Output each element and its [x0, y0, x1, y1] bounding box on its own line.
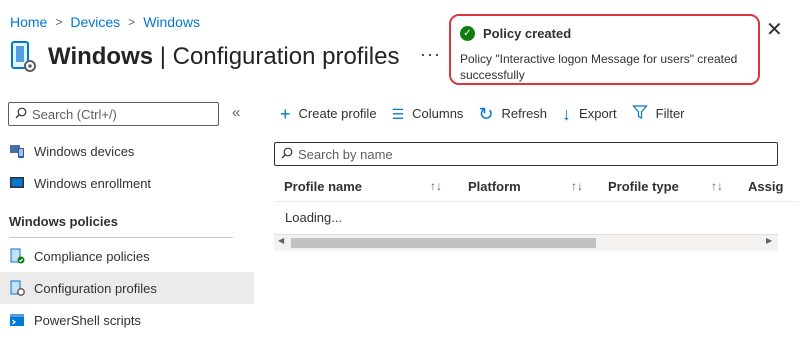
refresh-button[interactable]: ↻ Refresh	[478, 105, 547, 123]
filter-icon	[631, 104, 648, 123]
download-icon: ↓	[562, 103, 572, 124]
page-title: Windows | Configuration profiles	[48, 43, 400, 70]
chevron-right-icon: >	[128, 15, 136, 29]
filter-button[interactable]: Filter	[631, 104, 685, 123]
sidebar-search-placeholder: Search (Ctrl+/)	[32, 106, 117, 122]
toast-message: Policy "Interactive logon Message for us…	[460, 52, 738, 82]
sidebar-item-windows-enrollment[interactable]: Windows enrollment	[0, 167, 254, 199]
sidebar-item-label: PowerShell scripts	[34, 312, 141, 328]
sidebar-item-label: Configuration profiles	[34, 280, 157, 296]
column-header-profile-type[interactable]: Profile type	[608, 170, 679, 202]
enrollment-icon	[9, 175, 25, 191]
windows-device-gear-icon	[10, 40, 38, 74]
sort-icon[interactable]: ↑↓	[711, 170, 723, 202]
devices-icon	[9, 143, 25, 159]
column-header-platform[interactable]: Platform	[468, 170, 521, 202]
columns-button[interactable]: ☰ Columns	[392, 105, 464, 123]
sidebar-item-compliance-policies[interactable]: Compliance policies	[0, 240, 254, 272]
close-icon[interactable]: ✕	[766, 20, 783, 40]
toast-title: ✓ Policy created	[460, 26, 571, 41]
sidebar-item-powershell-scripts[interactable]: PowerShell scripts	[0, 304, 254, 336]
column-header-profile-name[interactable]: Profile name	[284, 170, 362, 202]
create-profile-button[interactable]: + Create profile	[280, 105, 377, 123]
search-placeholder: Search by name	[298, 146, 393, 162]
command-bar: + Create profile ☰ Columns ↻ Refresh ↓ E…	[280, 104, 700, 123]
scroll-left-icon[interactable]: ◀	[278, 236, 284, 245]
compliance-icon	[9, 248, 25, 264]
sidebar-item-windows-devices[interactable]: Windows devices	[0, 135, 254, 167]
sidebar-item-configuration-profiles[interactable]: Configuration profiles	[0, 272, 254, 304]
scroll-right-icon[interactable]: ▶	[766, 236, 772, 245]
collapse-sidebar-icon[interactable]: «	[232, 104, 240, 121]
configuration-icon	[9, 280, 25, 296]
column-header-assignment[interactable]: Assig	[748, 170, 783, 202]
success-check-icon: ✓	[460, 26, 475, 41]
sort-icon[interactable]: ↑↓	[571, 170, 583, 202]
sidebar-item-label: Compliance policies	[34, 248, 150, 264]
sidebar-item-label: Windows enrollment	[34, 175, 152, 191]
breadcrumb-devices[interactable]: Devices	[70, 14, 120, 30]
chevron-right-icon: >	[55, 15, 63, 29]
horizontal-scrollbar[interactable]: ◀ ▶	[274, 234, 778, 251]
grid-header: Profile name ↑↓ Platform ↑↓ Profile type…	[274, 170, 799, 202]
section-header-windows-policies: Windows policies	[9, 214, 118, 229]
breadcrumb-home[interactable]: Home	[10, 14, 47, 30]
search-icon	[281, 147, 293, 162]
sidebar-search-input[interactable]: Search (Ctrl+/)	[8, 102, 219, 126]
sidebar: Search (Ctrl+/) « Windows devices Window…	[0, 100, 254, 356]
search-icon	[15, 107, 27, 122]
export-button[interactable]: ↓ Export	[562, 105, 617, 123]
page-header: Windows | Configuration profiles	[10, 40, 399, 74]
search-by-name-input[interactable]: Search by name	[274, 142, 778, 166]
sidebar-item-label: Windows devices	[34, 143, 135, 159]
scrollbar-thumb[interactable]	[291, 238, 596, 248]
more-options-icon[interactable]: ···	[420, 44, 441, 65]
loading-status: Loading...	[285, 210, 343, 225]
refresh-icon: ↻	[478, 103, 494, 124]
divider	[9, 237, 233, 238]
breadcrumb: Home > Devices > Windows	[10, 14, 200, 30]
notification-toast: ✓ Policy created Policy "Interactive log…	[449, 14, 760, 85]
powershell-icon	[9, 312, 25, 328]
plus-icon: +	[280, 103, 291, 124]
columns-icon: ☰	[391, 105, 405, 122]
sort-icon[interactable]: ↑↓	[430, 170, 442, 202]
breadcrumb-windows[interactable]: Windows	[143, 14, 200, 30]
